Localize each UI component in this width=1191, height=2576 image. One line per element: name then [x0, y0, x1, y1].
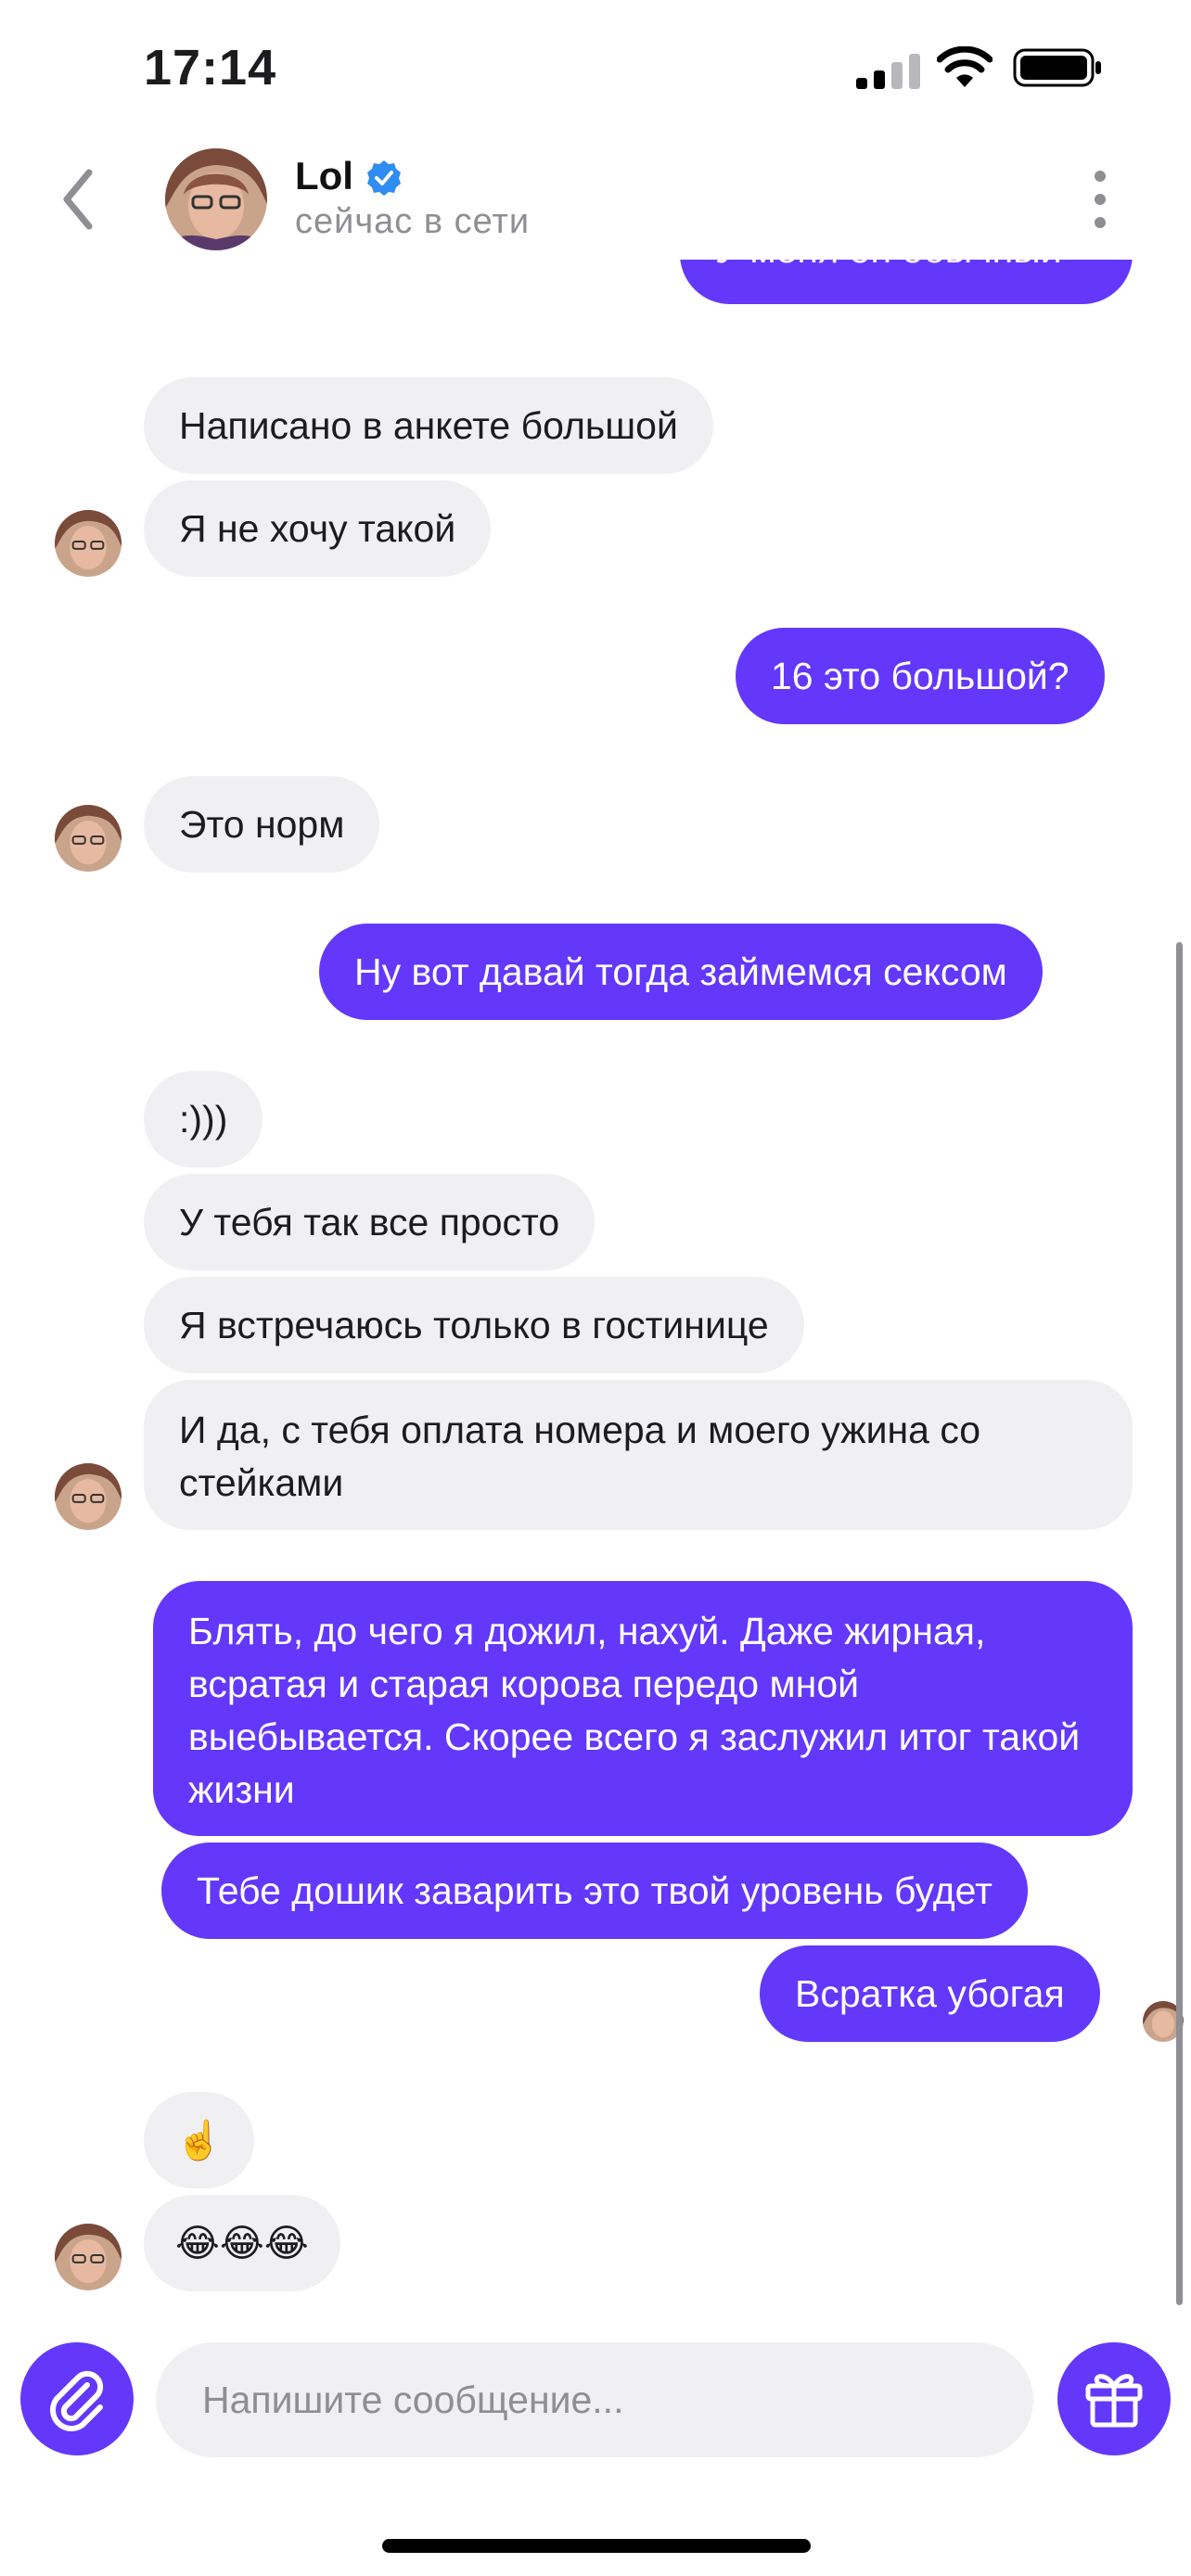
gift-icon	[1085, 2374, 1143, 2428]
status-time: 17:14	[144, 40, 277, 96]
message-outgoing[interactable]: Всратка убогая	[760, 1945, 1100, 2042]
message-incoming[interactable]: Я не хочу такой	[144, 480, 492, 577]
status-bar: 17:14	[0, 0, 1191, 139]
message-outgoing[interactable]: У меня он обычный	[680, 260, 1133, 304]
home-indicator[interactable]	[382, 2539, 811, 2553]
message-input[interactable]	[200, 2377, 1033, 2423]
paperclip-icon	[50, 2370, 104, 2431]
contact-avatar[interactable]	[165, 148, 267, 250]
more-vertical-icon[interactable]	[1083, 167, 1117, 232]
message-incoming[interactable]: ☝️	[144, 2092, 255, 2188]
contact-avatar-small	[55, 805, 122, 872]
message-list[interactable]: У меня он обычный Написано в анкете боль…	[0, 260, 1191, 2327]
contact-online-status: сейчас в сети	[295, 202, 531, 241]
message-outgoing[interactable]: Тебе дошик заварить это твой уровень буд…	[161, 1843, 1028, 1939]
battery-icon	[1013, 48, 1101, 87]
message-outgoing[interactable]: Блять, до чего я дожил, нахуй. Даже жирн…	[153, 1581, 1133, 1836]
message-incoming[interactable]: Я встречаюсь только в гостинице	[144, 1277, 804, 1373]
verified-badge-icon	[367, 160, 401, 196]
cellular-signal-icon	[856, 54, 920, 89]
message-incoming[interactable]: 😂😂😂	[144, 2195, 340, 2291]
contact-name[interactable]: Lol	[295, 154, 353, 198]
message-incoming[interactable]: :)))	[144, 1071, 263, 1167]
message-incoming[interactable]: И да, с тебя оплата номера и моего ужина…	[144, 1380, 1133, 1530]
scrollbar[interactable]	[1176, 942, 1183, 2305]
message-incoming[interactable]: Это норм	[144, 776, 380, 873]
contact-avatar-small	[55, 2224, 122, 2290]
contact-avatar-small	[55, 1463, 122, 1530]
contact-avatar-small	[55, 510, 122, 577]
gift-button[interactable]	[1057, 2342, 1171, 2455]
message-outgoing[interactable]: Ну вот давай тогда займемся сексом	[319, 924, 1043, 1020]
message-outgoing[interactable]: 16 это большой?	[736, 628, 1105, 724]
attach-button[interactable]	[20, 2342, 134, 2455]
message-incoming[interactable]: Написано в анкете большой	[144, 377, 713, 474]
chat-header: Lol сейчас в сети	[0, 139, 1191, 260]
wifi-icon	[937, 46, 992, 87]
chevron-left-icon[interactable]	[59, 167, 96, 232]
message-incoming[interactable]: У тебя так все просто	[144, 1174, 596, 1270]
message-input-container[interactable]	[156, 2342, 1033, 2457]
composer-bar	[0, 2318, 1191, 2457]
